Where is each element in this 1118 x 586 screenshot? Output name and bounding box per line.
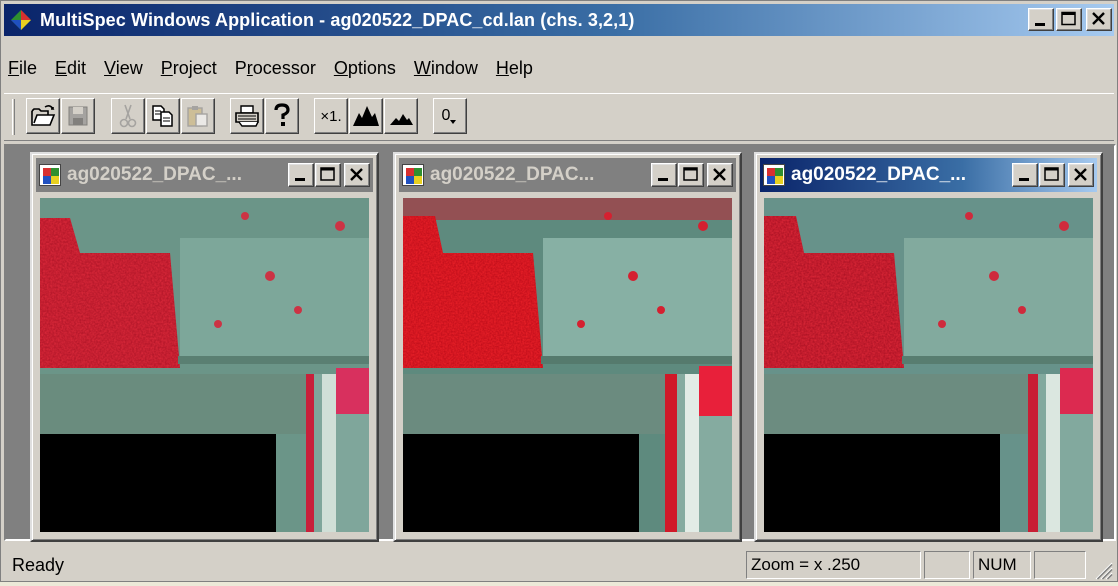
image-window-3-title: ag020522_DPAC_... <box>791 164 966 185</box>
menu-project[interactable]: Project <box>152 58 226 79</box>
menu-options[interactable]: Options <box>325 58 405 79</box>
image-window-2-title: ag020522_DPAC... <box>430 164 595 185</box>
menu-help[interactable]: Help <box>487 58 542 79</box>
image-document-icon <box>402 164 424 186</box>
minimize-icon <box>658 178 668 181</box>
zoom-x1-label: ×1. <box>320 107 342 125</box>
help-question-icon <box>274 103 290 126</box>
save-button[interactable] <box>61 98 95 134</box>
menu-edit[interactable]: Edit <box>46 58 95 79</box>
status-caps-pane <box>924 551 970 579</box>
image-window-1-maximize-button[interactable] <box>315 163 341 187</box>
image-window-3[interactable]: ag020522_DPAC_... <box>754 152 1103 542</box>
mdi-client-area: ag020522_DPAC_... ag020522_DPAC... ag020… <box>4 144 1116 542</box>
status-zoom: Zoom = x .250 <box>751 555 861 574</box>
image-window-3-close-button[interactable] <box>1068 163 1094 187</box>
cut-button[interactable] <box>111 98 145 134</box>
open-folder-icon <box>31 105 56 126</box>
overlay-dropdown-button[interactable]: 0 <box>433 98 467 134</box>
close-icon <box>1092 12 1105 25</box>
resize-grip[interactable] <box>1090 557 1114 581</box>
image-window-1-minimize-button[interactable] <box>288 163 314 187</box>
resize-grip-icon <box>1095 562 1113 580</box>
image-window-3-canvas[interactable] <box>764 198 1093 532</box>
status-bar: Ready Zoom = x .250 NUM <box>4 549 1114 581</box>
image-window-1[interactable]: ag020522_DPAC_... <box>30 152 379 542</box>
multispectral-image <box>764 198 1093 532</box>
minimize-icon <box>1035 23 1045 26</box>
menu-file[interactable]: File <box>4 58 46 79</box>
paste-button[interactable] <box>181 98 215 134</box>
zoom-out-mountains-icon <box>390 114 413 125</box>
maximize-icon <box>1061 11 1076 26</box>
copy-icon <box>152 105 173 127</box>
image-window-2-canvas[interactable] <box>403 198 732 532</box>
toolbar: ×1. 0 <box>4 93 1114 141</box>
print-button[interactable] <box>230 98 264 134</box>
image-document-icon <box>763 164 785 186</box>
menu-window[interactable]: Window <box>405 58 487 79</box>
open-button[interactable] <box>26 98 60 134</box>
minimize-icon <box>295 178 305 181</box>
app-window: MultiSpec Windows Application - ag020522… <box>0 0 1118 582</box>
multispectral-image <box>403 198 732 532</box>
menu-processor[interactable]: Processor <box>226 58 325 79</box>
close-button[interactable] <box>1086 8 1112 31</box>
image-document-icon <box>39 164 61 186</box>
zoom-in-mountains-icon <box>353 106 379 126</box>
multispectral-image <box>40 198 369 532</box>
window-title: MultiSpec Windows Application - ag020522… <box>40 9 635 30</box>
zoom-x1-button[interactable]: ×1. <box>314 98 348 134</box>
close-icon <box>1074 168 1087 181</box>
dropdown-arrow-icon <box>450 120 457 124</box>
status-num-pane: NUM <box>973 551 1031 579</box>
image-window-2-close-button[interactable] <box>707 163 733 187</box>
maximize-icon <box>683 167 698 181</box>
status-message: Ready <box>12 554 65 575</box>
multispec-app-icon[interactable] <box>10 9 32 31</box>
image-window-3-titlebar[interactable]: ag020522_DPAC_... <box>760 158 1097 192</box>
copy-button[interactable] <box>146 98 180 134</box>
image-window-2-maximize-button[interactable] <box>678 163 704 187</box>
help-button[interactable] <box>265 98 299 134</box>
paste-clipboard-icon <box>187 106 208 127</box>
image-window-3-minimize-button[interactable] <box>1012 163 1038 187</box>
maximize-button[interactable] <box>1056 8 1082 31</box>
image-window-2-titlebar[interactable]: ag020522_DPAC... <box>399 158 736 192</box>
zoom-out-button[interactable] <box>384 98 418 134</box>
image-window-2-minimize-button[interactable] <box>651 163 677 187</box>
image-window-1-close-button[interactable] <box>344 163 370 187</box>
image-window-1-titlebar[interactable]: ag020522_DPAC_... <box>36 158 373 192</box>
image-window-3-maximize-button[interactable] <box>1039 163 1065 187</box>
minimize-button[interactable] <box>1028 8 1054 31</box>
minimize-icon <box>1019 178 1029 181</box>
save-disk-icon <box>68 106 88 126</box>
printer-icon <box>235 105 259 127</box>
menu-view[interactable]: View <box>95 58 152 79</box>
title-bar[interactable]: MultiSpec Windows Application - ag020522… <box>4 4 1114 36</box>
image-window-1-canvas[interactable] <box>40 198 369 532</box>
zoom-in-button[interactable] <box>349 98 383 134</box>
scissors-icon <box>119 104 137 128</box>
image-window-1-title: ag020522_DPAC_... <box>67 164 242 185</box>
menu-bar: File Edit View Project Processor Options… <box>4 51 1114 85</box>
status-scrl-pane <box>1034 551 1086 579</box>
toolbar-grip[interactable] <box>12 99 15 135</box>
close-icon <box>713 168 726 181</box>
image-window-2[interactable]: ag020522_DPAC... <box>393 152 742 542</box>
maximize-icon <box>320 167 335 181</box>
status-num: NUM <box>978 555 1017 574</box>
status-zoom-pane: Zoom = x .250 <box>746 551 921 579</box>
overlay-label: 0 <box>441 107 451 124</box>
close-icon <box>350 168 363 181</box>
maximize-icon <box>1044 167 1059 181</box>
